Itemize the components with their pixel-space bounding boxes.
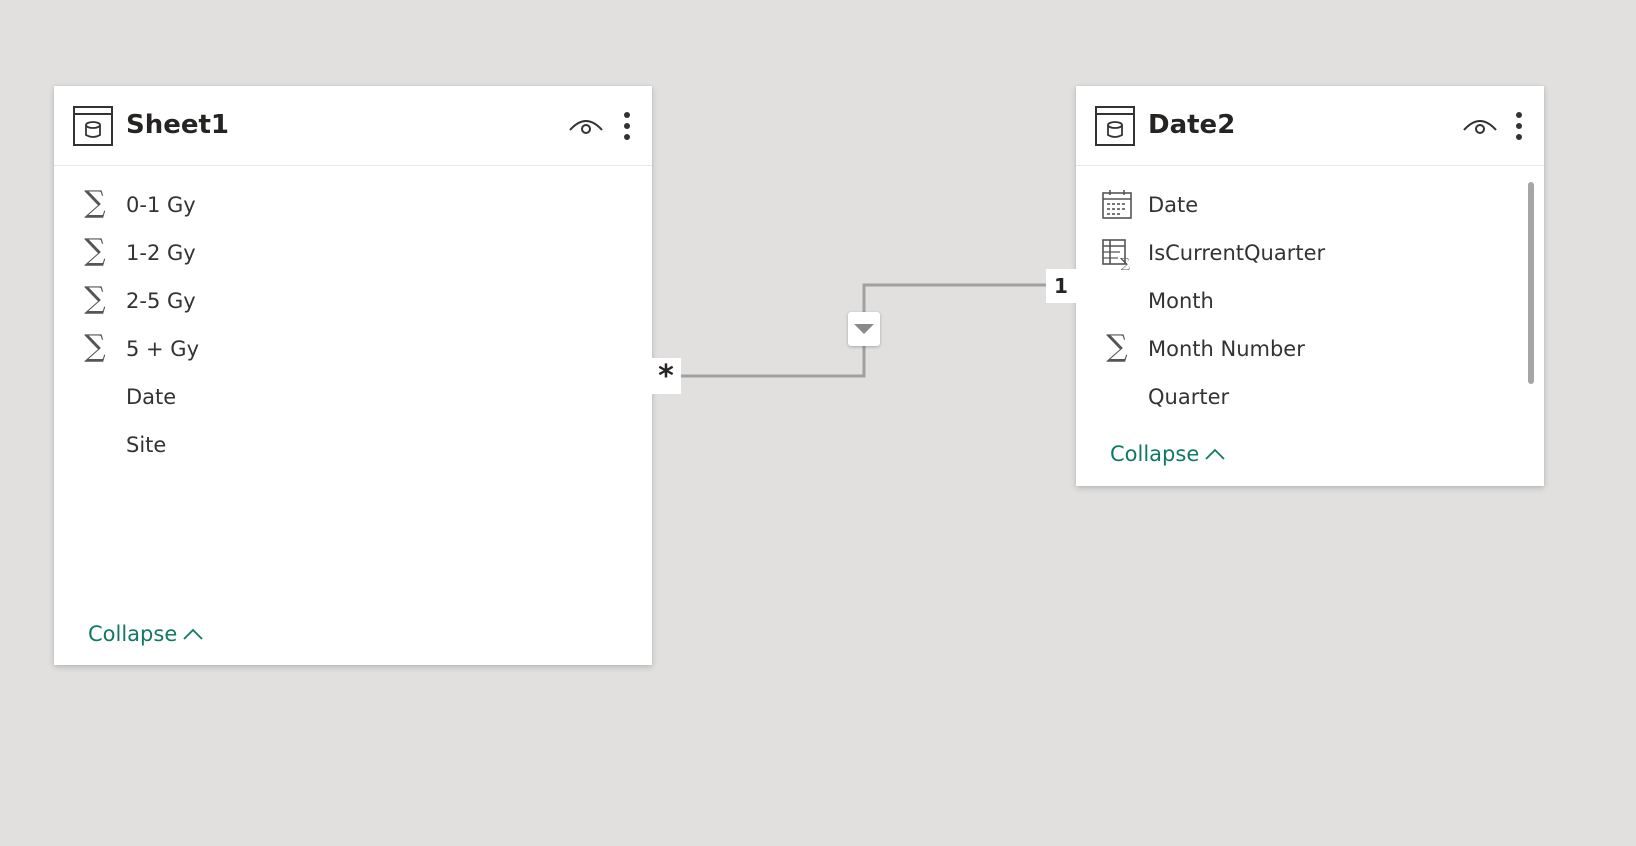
eye-icon[interactable] [1462, 114, 1498, 138]
field-label: Month [1148, 289, 1214, 313]
field-label: 2-5 Gy [126, 289, 196, 313]
table-card-date2[interactable]: Date2 Date ∑ IsCurrentQuarter Month ∑ Mo… [1076, 86, 1544, 486]
table-card-sheet1[interactable]: Sheet1 ∑ 0-1 Gy ∑ 1-2 Gy ∑ 2-5 Gy ∑ 5 + … [54, 86, 652, 665]
field-item[interactable]: Month [1076, 278, 1544, 326]
field-item[interactable]: ∑ 0-1 Gy [54, 182, 652, 230]
field-item[interactable]: ∑ 5 + Gy [54, 326, 652, 374]
table-header[interactable]: Date2 [1076, 86, 1544, 166]
cardinality-many-badge: * [651, 358, 681, 394]
scrollbar[interactable] [1528, 182, 1534, 384]
field-item[interactable]: Date [54, 374, 652, 422]
sigma-icon: ∑ [84, 281, 106, 316]
field-item[interactable]: ∑ IsCurrentQuarter [1076, 230, 1544, 278]
eye-icon[interactable] [568, 114, 604, 138]
cardinality-one-badge: 1 [1046, 269, 1076, 303]
more-options-icon[interactable] [1512, 110, 1526, 142]
field-item[interactable]: ∑ 2-5 Gy [54, 278, 652, 326]
field-item[interactable]: ∑ 1-2 Gy [54, 230, 652, 278]
collapse-button[interactable]: Collapse [1110, 441, 1226, 467]
field-label: 5 + Gy [126, 337, 200, 361]
cross-filter-direction-icon[interactable] [848, 312, 880, 346]
field-list: Date ∑ IsCurrentQuarter Month ∑ Month Nu… [1076, 182, 1544, 422]
table-title: Sheet1 [126, 110, 230, 140]
field-list: ∑ 0-1 Gy ∑ 1-2 Gy ∑ 2-5 Gy ∑ 5 + Gy Date… [54, 182, 652, 470]
triangle-down-icon [854, 324, 874, 334]
sigma-icon: ∑ [84, 185, 106, 220]
collapse-label: Collapse [88, 622, 178, 646]
calendar-icon [1102, 190, 1132, 219]
sigma-icon: ∑ [84, 329, 106, 364]
sigma-icon: ∑ [1106, 329, 1128, 364]
field-label: Site [126, 433, 167, 457]
field-label: Quarter [1148, 385, 1230, 409]
chevron-up-icon [1205, 448, 1225, 460]
svg-text:∑: ∑ [1120, 256, 1130, 270]
chevron-up-icon [183, 628, 203, 640]
collapse-button[interactable]: Collapse [88, 621, 204, 647]
field-item[interactable]: Date [1076, 182, 1544, 230]
table-icon [1095, 106, 1135, 146]
field-label: IsCurrentQuarter [1148, 241, 1326, 265]
field-item[interactable]: Quarter [1076, 374, 1544, 422]
field-label: Month Number [1148, 337, 1305, 361]
collapse-label: Collapse [1110, 442, 1200, 466]
calculated-column-icon: ∑ [1102, 239, 1130, 270]
field-item[interactable]: ∑ Month Number [1076, 326, 1544, 374]
sigma-icon: ∑ [84, 233, 106, 268]
field-label: 0-1 Gy [126, 193, 196, 217]
table-title: Date2 [1148, 110, 1236, 140]
field-item[interactable]: Site [54, 422, 652, 470]
field-label: 1-2 Gy [126, 241, 196, 265]
table-icon [73, 106, 113, 146]
field-label: Date [1148, 193, 1199, 217]
more-options-icon[interactable] [620, 110, 634, 142]
field-label: Date [126, 385, 177, 409]
table-header[interactable]: Sheet1 [54, 86, 652, 166]
